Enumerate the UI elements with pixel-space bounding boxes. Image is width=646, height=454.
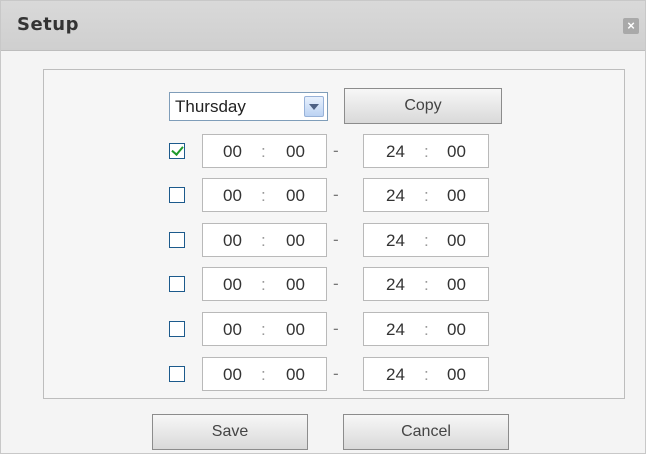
start-hour[interactable]: 00 [223, 142, 242, 162]
start-minute[interactable]: 00 [286, 186, 305, 206]
start-time-field[interactable]: 00:00 [202, 267, 327, 301]
time-separator: : [261, 365, 266, 384]
period-row: 00:00-24:00 [1, 357, 646, 391]
close-icon[interactable]: × [623, 18, 639, 34]
save-button[interactable]: Save [152, 414, 308, 450]
period-row: 00:00-24:00 [1, 312, 646, 346]
period-enable-checkbox[interactable] [169, 366, 185, 382]
start-hour[interactable]: 00 [223, 231, 242, 251]
end-minute[interactable]: 00 [447, 142, 466, 162]
time-separator: : [261, 275, 266, 294]
start-time-field[interactable]: 00:00 [202, 357, 327, 391]
copy-button[interactable]: Copy [344, 88, 502, 124]
period-row: 00:00-24:00 [1, 223, 646, 257]
period-enable-checkbox[interactable] [169, 276, 185, 292]
day-select-value: Thursday [175, 97, 246, 116]
start-time-field[interactable]: 00:00 [202, 312, 327, 346]
range-separator: - [333, 319, 339, 338]
period-enable-checkbox[interactable] [169, 321, 185, 337]
start-minute[interactable]: 00 [286, 231, 305, 251]
time-separator: : [424, 231, 429, 250]
setup-dialog: Setup × Thursday Copy 00:00-24:00 00:00-2… [0, 0, 646, 454]
start-minute[interactable]: 00 [286, 142, 305, 162]
end-minute[interactable]: 00 [447, 365, 466, 385]
start-hour[interactable]: 00 [223, 275, 242, 295]
title-bar: Setup × [1, 1, 645, 51]
time-separator: : [261, 231, 266, 250]
range-separator: - [333, 230, 339, 249]
end-hour[interactable]: 24 [386, 365, 405, 385]
time-separator: : [261, 186, 266, 205]
time-separator: : [424, 275, 429, 294]
end-minute[interactable]: 00 [447, 275, 466, 295]
end-hour[interactable]: 24 [386, 275, 405, 295]
end-time-field[interactable]: 24:00 [363, 223, 489, 257]
time-separator: : [424, 365, 429, 384]
time-separator: : [261, 142, 266, 161]
end-hour[interactable]: 24 [386, 231, 405, 251]
period-row: 00:00-24:00 [1, 267, 646, 301]
period-enable-checkbox[interactable] [169, 232, 185, 248]
start-time-field[interactable]: 00:00 [202, 223, 327, 257]
start-hour[interactable]: 00 [223, 320, 242, 340]
start-minute[interactable]: 00 [286, 365, 305, 385]
dialog-title: Setup [17, 14, 79, 35]
start-minute[interactable]: 00 [286, 320, 305, 340]
end-time-field[interactable]: 24:00 [363, 357, 489, 391]
time-separator: : [424, 320, 429, 339]
range-separator: - [333, 364, 339, 383]
time-separator: : [424, 142, 429, 161]
start-hour[interactable]: 00 [223, 365, 242, 385]
start-time-field[interactable]: 00:00 [202, 178, 327, 212]
end-minute[interactable]: 00 [447, 320, 466, 340]
period-enable-checkbox[interactable] [169, 187, 185, 203]
period-enable-checkbox[interactable] [169, 143, 185, 159]
time-separator: : [424, 186, 429, 205]
end-hour[interactable]: 24 [386, 320, 405, 340]
range-separator: - [333, 185, 339, 204]
end-time-field[interactable]: 24:00 [363, 134, 489, 168]
time-separator: : [261, 320, 266, 339]
start-minute[interactable]: 00 [286, 275, 305, 295]
end-minute[interactable]: 00 [447, 186, 466, 206]
end-time-field[interactable]: 24:00 [363, 312, 489, 346]
end-hour[interactable]: 24 [386, 186, 405, 206]
chevron-down-icon[interactable] [304, 96, 324, 117]
range-separator: - [333, 141, 339, 160]
cancel-button[interactable]: Cancel [343, 414, 509, 450]
day-select[interactable]: Thursday [169, 92, 328, 121]
range-separator: - [333, 274, 339, 293]
end-time-field[interactable]: 24:00 [363, 178, 489, 212]
period-row: 00:00-24:00 [1, 134, 646, 168]
end-time-field[interactable]: 24:00 [363, 267, 489, 301]
start-time-field[interactable]: 00:00 [202, 134, 327, 168]
period-row: 00:00-24:00 [1, 178, 646, 212]
end-hour[interactable]: 24 [386, 142, 405, 162]
end-minute[interactable]: 00 [447, 231, 466, 251]
start-hour[interactable]: 00 [223, 186, 242, 206]
